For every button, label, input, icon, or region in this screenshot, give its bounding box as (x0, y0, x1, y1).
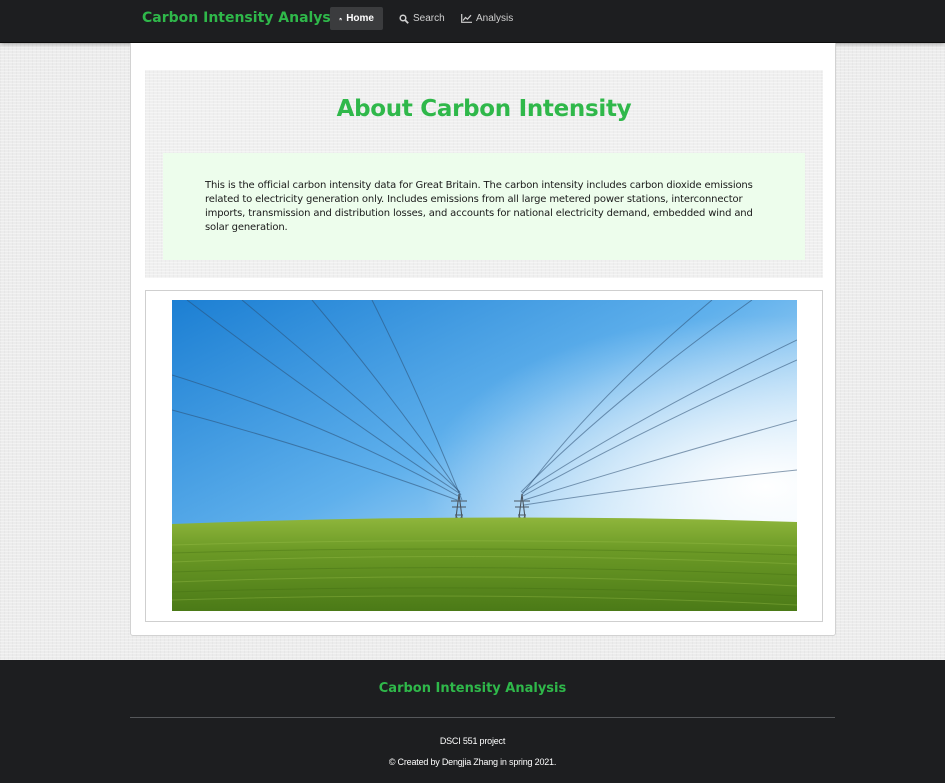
about-description: This is the official carbon intensity da… (205, 180, 753, 233)
nav-item-label: Analysis (476, 13, 514, 24)
nav-item-analysis[interactable]: Analysis (452, 7, 522, 30)
navbar-brand[interactable]: Carbon Intensity Analysis (142, 10, 344, 26)
page-title: About Carbon Intensity (336, 96, 632, 122)
footer-project-text: DSCI 551 project (439, 736, 506, 746)
pylons-photo (172, 300, 797, 611)
about-description-box: This is the official carbon intensity da… (163, 153, 805, 260)
search-icon (399, 13, 409, 24)
main-content-panel: About Carbon Intensity This is the offic… (130, 43, 836, 636)
top-navbar: Carbon Intensity Analysis Home Search An… (0, 0, 945, 43)
home-icon (339, 17, 343, 20)
image-frame (145, 290, 823, 622)
footer-credit-text: © Created by Dengjia Zhang in spring 202… (388, 757, 557, 767)
line-chart-icon (461, 14, 472, 23)
footer-divider (130, 717, 835, 718)
nav-item-home[interactable]: Home (330, 7, 383, 30)
nav-item-label: Search (413, 13, 445, 24)
footer-brand: Carbon Intensity Analysis (378, 681, 567, 696)
footer: Carbon Intensity Analysis DSCI 551 proje… (0, 660, 945, 783)
about-section: About Carbon Intensity This is the offic… (145, 70, 823, 278)
nav-item-label: Home (346, 13, 374, 24)
nav-item-search[interactable]: Search (390, 7, 454, 30)
